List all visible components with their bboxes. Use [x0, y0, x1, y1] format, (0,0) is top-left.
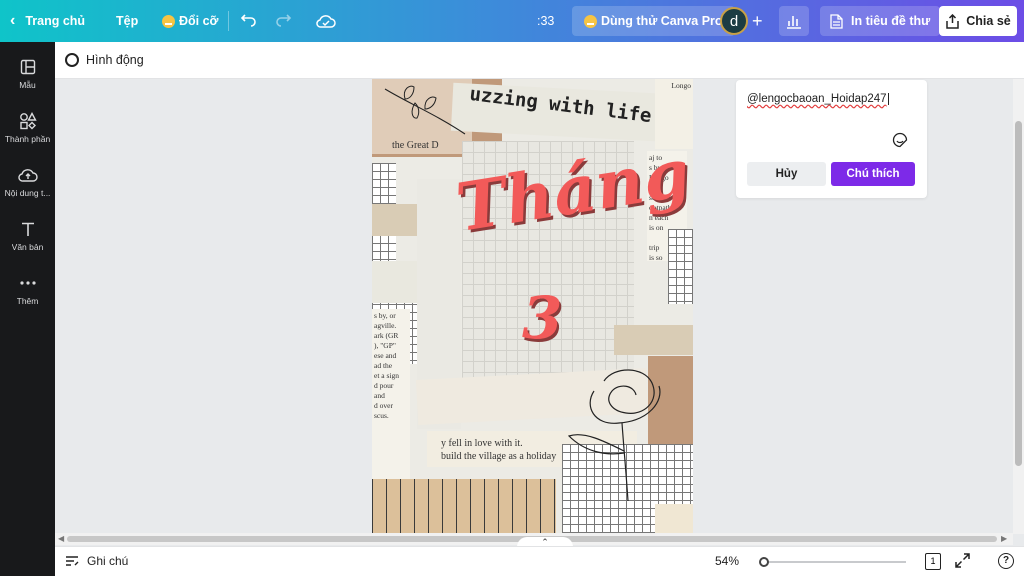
sticker-icon[interactable]: [892, 132, 908, 148]
share-icon: [946, 13, 960, 29]
plus-icon: +: [752, 10, 763, 31]
try-pro-label: Dùng thử Canva Pro: [601, 14, 723, 28]
animate-icon: [65, 53, 79, 67]
more-icon: [19, 272, 36, 294]
notes-icon: [66, 556, 79, 566]
left-column-text: s by, or agville. ark (GR ), "GP" ese an…: [372, 309, 410, 479]
share-label: Chia sẻ: [966, 14, 1011, 28]
zoom-slider-handle[interactable]: [759, 557, 769, 567]
zoom-level[interactable]: 54%: [715, 554, 739, 568]
bottom-toolbar: Ghi chú 54% 1 ?: [55, 546, 1024, 576]
grid-paper-right: [668, 229, 693, 304]
sidebar-item-label: Nội dung t...: [4, 188, 51, 198]
vertical-scrollbar[interactable]: [1013, 79, 1024, 534]
notes-button[interactable]: Ghi chú: [65, 554, 128, 568]
great-text: the Great D: [392, 141, 439, 151]
redo-button[interactable]: [274, 0, 292, 42]
fullscreen-button[interactable]: [955, 553, 970, 572]
undo-icon: [240, 14, 256, 27]
page-count-button[interactable]: 1: [925, 553, 941, 570]
try-pro-button[interactable]: Dùng thử Canva Pro: [572, 6, 735, 36]
elements-icon: [19, 110, 37, 132]
resize-label: Đổi cỡ: [179, 14, 219, 28]
newsprint-piece: [372, 261, 422, 303]
document-icon: [830, 13, 843, 29]
animate-label: Hình động: [86, 53, 144, 67]
top-toolbar: ‹ Trang chủ Tệp Đổi cỡ :33 Dùng thử Canv…: [0, 0, 1024, 42]
sidebar-item-label: Mẫu: [19, 80, 36, 90]
chevron-left-icon: ‹: [10, 12, 16, 29]
comment-box: @lengocbaoan_Hoidap247 Hủy Chú thích: [736, 80, 927, 198]
home-label: Trang chủ: [25, 14, 86, 28]
home-button[interactable]: ‹ Trang chủ: [10, 0, 85, 42]
context-toolbar: Hình động: [55, 42, 1024, 79]
sidebar-item-more[interactable]: Thêm: [0, 266, 55, 316]
bar-chart-icon: [787, 16, 801, 29]
sidebar-item-text[interactable]: Văn bản: [0, 212, 55, 262]
rose-drawing: [567, 369, 661, 501]
sidebar-item-elements[interactable]: Thành phần: [0, 104, 55, 154]
print-button[interactable]: In tiêu đề thư: [820, 6, 941, 36]
leaf-branch-drawing: [384, 85, 466, 135]
timer-text: :33: [537, 14, 555, 28]
scroll-right-icon[interactable]: ▶: [1001, 534, 1007, 543]
expand-icon: [955, 553, 970, 568]
scrollbar-thumb[interactable]: [1015, 121, 1022, 466]
notes-label: Ghi chú: [87, 554, 129, 568]
undo-button[interactable]: [240, 0, 258, 42]
comment-submit-button[interactable]: Chú thích: [831, 162, 915, 186]
text-icon: [20, 218, 36, 240]
sidebar-item-templates[interactable]: Mẫu: [0, 50, 55, 100]
print-label: In tiêu đề thư: [851, 14, 931, 28]
cloud-check-icon: [316, 15, 336, 28]
sidebar-item-label: Văn bản: [11, 242, 44, 252]
comment-input-text: @lengocbaoan_Hoidap247: [747, 93, 887, 105]
template-icon: [20, 56, 36, 78]
zoom-slider[interactable]: [759, 557, 906, 567]
crown-icon: [584, 14, 597, 28]
paper-piece: [655, 504, 693, 533]
design-title-number[interactable]: 3: [522, 284, 562, 352]
crown-icon: [162, 14, 175, 28]
upload-icon: [17, 164, 38, 186]
resize-button[interactable]: Đổi cỡ: [162, 0, 218, 42]
toolbar-divider: [228, 11, 229, 31]
sidebar-item-uploads[interactable]: Nội dung t...: [0, 158, 55, 208]
cancel-button[interactable]: Hủy: [747, 162, 826, 186]
sidebar-item-label: Thêm: [16, 296, 39, 306]
help-button[interactable]: ?: [998, 553, 1014, 569]
kraft-grid-piece: [372, 479, 556, 533]
insights-button[interactable]: [779, 6, 809, 36]
sidebar-item-label: Thành phần: [4, 134, 51, 144]
add-collaborator-button[interactable]: +: [752, 0, 763, 42]
animate-button[interactable]: Hình động: [65, 53, 144, 67]
redo-icon: [276, 14, 292, 27]
file-menu-button[interactable]: Tệp: [116, 0, 138, 42]
comment-input[interactable]: @lengocbaoan_Hoidap247: [747, 93, 889, 105]
left-sidebar: Mẫu Thành phần Nội dung t... Văn bản Thê…: [0, 42, 55, 576]
scroll-left-icon[interactable]: ◀: [58, 534, 64, 543]
tape-piece-right: [614, 325, 693, 355]
save-status-button[interactable]: [316, 0, 336, 42]
share-button[interactable]: Chia sẻ: [939, 6, 1017, 36]
design-page[interactable]: uzzing with life the Great D Longo s by,…: [372, 79, 693, 533]
avatar[interactable]: d: [720, 7, 748, 35]
